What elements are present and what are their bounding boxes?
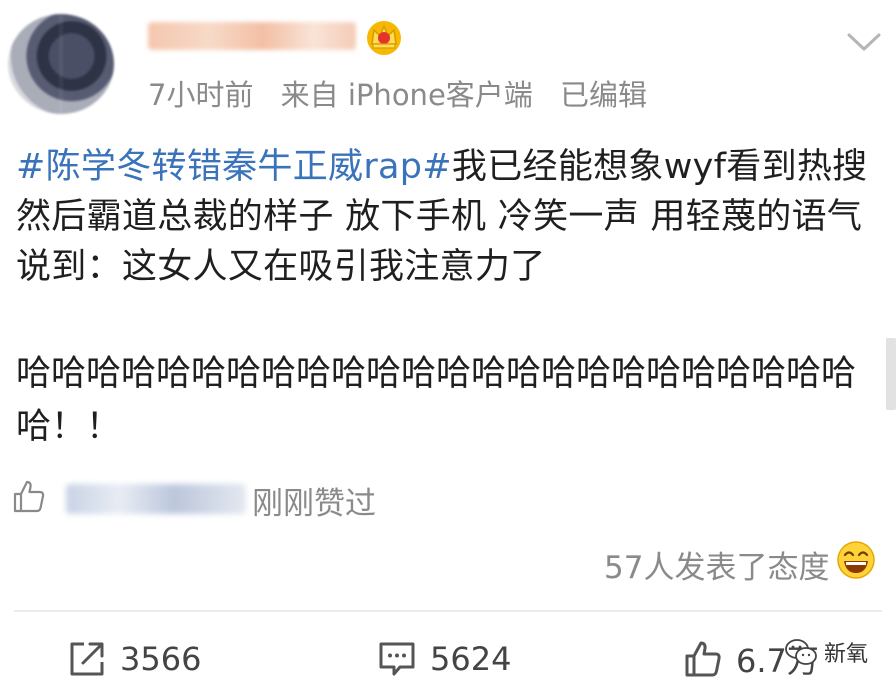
edited-label[interactable]: 已编辑 <box>560 78 647 112</box>
comment-icon <box>379 642 415 676</box>
wechat-icon <box>785 639 817 665</box>
comment-button[interactable]: 5624 <box>378 636 511 682</box>
scrollbar[interactable] <box>886 338 896 410</box>
watermark-label: 新氧 <box>824 642 869 667</box>
post-laugh-text: 哈哈哈哈哈哈哈哈哈哈哈哈哈哈哈哈哈哈哈哈哈哈哈哈哈！！ <box>16 354 857 447</box>
watermark: 新氧 <box>784 636 868 668</box>
post-source[interactable]: 来自 iPhone客户端 <box>281 78 533 112</box>
repost-count: 3566 <box>120 640 202 678</box>
hashtag-link[interactable]: #陈学冬转错秦牛正威rap# <box>16 147 452 187</box>
divider <box>14 610 882 612</box>
comment-count: 5624 <box>430 640 512 678</box>
avatar[interactable] <box>8 14 114 114</box>
grin-emoji-icon[interactable] <box>836 540 876 580</box>
attitude-count[interactable]: 57人发表了态度 <box>604 542 829 587</box>
chevron-down-icon[interactable] <box>846 30 882 54</box>
repost-button[interactable]: 3566 <box>68 636 201 682</box>
post-meta: 7小时前 来自 iPhone客户端 已编辑 <box>148 72 665 114</box>
post-text: #陈学冬转错秦牛正威rap#我已经能想象wyf看到热搜然后霸道总裁的样子 放下手… <box>16 142 878 292</box>
thumbs-up-icon <box>685 641 721 677</box>
repost-icon <box>70 642 104 676</box>
thumbs-up-icon <box>13 480 45 513</box>
post-time: 7小时前 <box>148 78 254 112</box>
username-blurred[interactable] <box>148 22 356 50</box>
crown-icon <box>367 21 401 55</box>
liker-name-blurred[interactable] <box>66 484 246 514</box>
liked-text: 刚刚赞过 <box>252 486 376 522</box>
